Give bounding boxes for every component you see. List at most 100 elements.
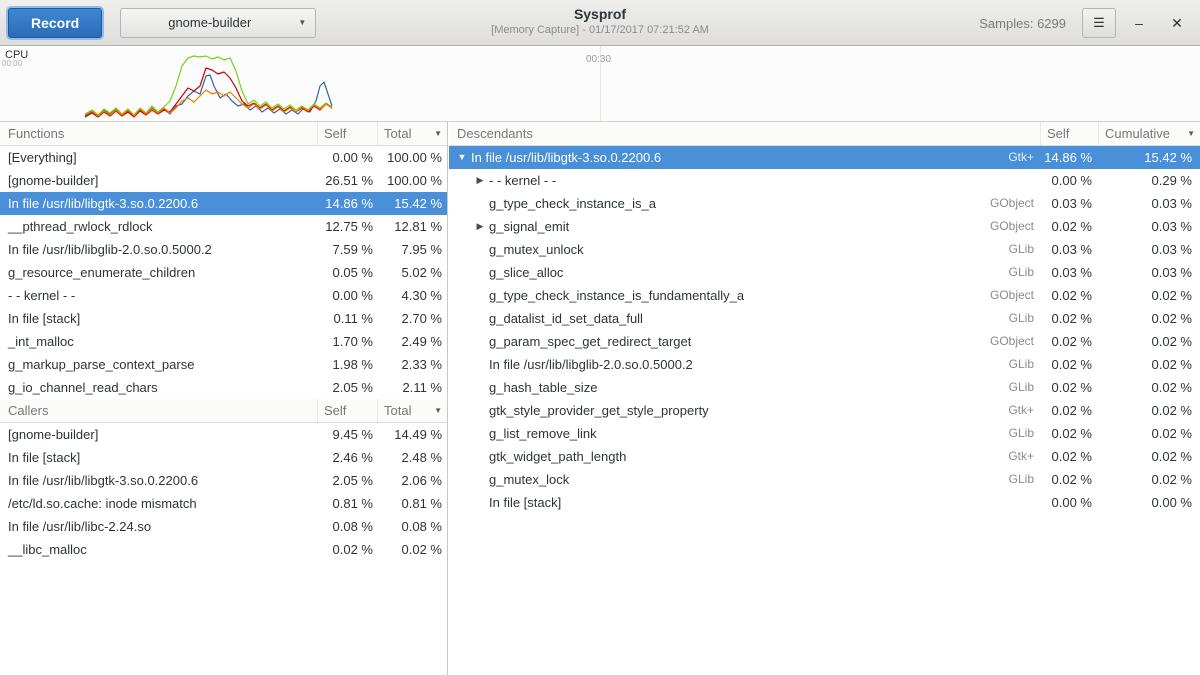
functions-row[interactable]: __pthread_rwlock_rdlock12.75 %12.81 %: [0, 215, 447, 238]
cpu-usage-graph[interactable]: CPU 00:00 00:30: [0, 46, 1200, 122]
functions-total-column-header[interactable]: Total ▼: [377, 122, 447, 145]
descendant-name-cell: In file /usr/lib/libglib-2.0.so.0.5000.2…: [449, 353, 1040, 376]
callers-table-header: Callers Self Total ▼: [0, 399, 447, 423]
function-name: g_slice_alloc: [489, 261, 563, 284]
record-button[interactable]: Record: [8, 8, 102, 38]
expander-icon[interactable]: ▶: [473, 215, 487, 238]
cumulative-percent: 0.02 %: [1098, 445, 1200, 468]
total-percent: 15.42 %: [377, 192, 447, 215]
descendants-row[interactable]: ▶g_signal_emitGObject0.02 %0.03 %: [449, 215, 1200, 238]
target-process-dropdown[interactable]: gnome-builder ▼: [120, 8, 316, 38]
descendants-row[interactable]: g_hash_table_sizeGLib0.02 %0.02 %: [449, 376, 1200, 399]
callers-row[interactable]: __libc_malloc0.02 %0.02 %: [0, 538, 447, 561]
self-percent: 0.02 %: [317, 538, 377, 561]
functions-row[interactable]: g_markup_parse_context_parse1.98 %2.33 %: [0, 353, 447, 376]
descendants-cumulative-column-header[interactable]: Cumulative ▼: [1098, 122, 1200, 145]
functions-row[interactable]: _int_malloc1.70 %2.49 %: [0, 330, 447, 353]
function-name: In file /usr/lib/libc-2.24.so: [0, 515, 317, 538]
function-name: gtk_style_provider_get_style_property: [489, 399, 709, 422]
minimize-button[interactable]: –: [1124, 8, 1154, 38]
self-percent: 0.02 %: [1040, 376, 1098, 399]
self-percent: 26.51 %: [317, 169, 377, 192]
self-percent: 0.00 %: [317, 146, 377, 169]
total-percent: 14.49 %: [377, 423, 447, 446]
library-badge: GLib: [1009, 307, 1040, 330]
total-percent: 2.48 %: [377, 446, 447, 469]
callers-row[interactable]: [gnome-builder]9.45 %14.49 %: [0, 423, 447, 446]
descendants-row[interactable]: g_mutex_lockGLib0.02 %0.02 %: [449, 468, 1200, 491]
functions-column-header[interactable]: Functions: [0, 122, 317, 145]
descendants-tree: ▼In file /usr/lib/libgtk-3.so.0.2200.6Gt…: [449, 146, 1200, 514]
capture-subtitle: [Memory Capture] - 01/17/2017 07:21:52 A…: [300, 24, 900, 36]
library-badge: Gtk+: [1008, 399, 1040, 422]
callers-total-column-header[interactable]: Total ▼: [377, 399, 447, 422]
window-title-block: Sysprof [Memory Capture] - 01/17/2017 07…: [300, 6, 900, 36]
samples-count: Samples: 6299: [979, 16, 1066, 31]
functions-row[interactable]: [Everything]0.00 %100.00 %: [0, 146, 447, 169]
library-badge: GObject: [990, 192, 1040, 215]
functions-row[interactable]: In file /usr/lib/libglib-2.0.so.0.5000.2…: [0, 238, 447, 261]
self-percent: 0.03 %: [1040, 192, 1098, 215]
total-percent: 0.02 %: [377, 538, 447, 561]
callers-row[interactable]: In file /usr/lib/libgtk-3.so.0.2200.62.0…: [0, 469, 447, 492]
functions-row[interactable]: - - kernel - -0.00 %4.30 %: [0, 284, 447, 307]
menu-button[interactable]: ☰: [1082, 8, 1116, 38]
function-name: __pthread_rwlock_rdlock: [0, 215, 317, 238]
self-percent: 12.75 %: [317, 215, 377, 238]
self-percent: 14.86 %: [317, 192, 377, 215]
total-percent: 100.00 %: [377, 146, 447, 169]
functions-row[interactable]: [gnome-builder]26.51 %100.00 %: [0, 169, 447, 192]
close-button[interactable]: ✕: [1162, 8, 1192, 38]
self-percent: 0.02 %: [1040, 307, 1098, 330]
functions-row[interactable]: g_io_channel_read_chars2.05 %2.11 %: [0, 376, 447, 399]
cumulative-percent: 0.02 %: [1098, 284, 1200, 307]
total-percent: 0.08 %: [377, 515, 447, 538]
callers-row[interactable]: /etc/ld.so.cache: inode mismatch0.81 %0.…: [0, 492, 447, 515]
callers-column-header[interactable]: Callers: [0, 399, 317, 422]
descendants-row[interactable]: g_slice_allocGLib0.03 %0.03 %: [449, 261, 1200, 284]
function-name: In file /usr/lib/libgtk-3.so.0.2200.6: [0, 469, 317, 492]
descendants-row[interactable]: gtk_widget_path_lengthGtk+0.02 %0.02 %: [449, 445, 1200, 468]
descendant-name-cell: In file [stack]: [449, 491, 1040, 514]
function-name: __libc_malloc: [0, 538, 317, 561]
descendants-row[interactable]: In file /usr/lib/libglib-2.0.so.0.5000.2…: [449, 353, 1200, 376]
descendants-row[interactable]: g_datalist_id_set_data_fullGLib0.02 %0.0…: [449, 307, 1200, 330]
descendants-row[interactable]: In file [stack]0.00 %0.00 %: [449, 491, 1200, 514]
function-name: g_param_spec_get_redirect_target: [489, 330, 691, 353]
self-percent: 14.86 %: [1040, 146, 1098, 169]
function-name: [Everything]: [0, 146, 317, 169]
self-percent: 7.59 %: [317, 238, 377, 261]
descendants-row[interactable]: gtk_style_provider_get_style_property Gtk…: [449, 399, 1200, 422]
descendants-row[interactable]: g_type_check_instance_is_aGObject0.03 %0…: [449, 192, 1200, 215]
functions-row[interactable]: g_resource_enumerate_children0.05 %5.02 …: [0, 261, 447, 284]
self-percent: 0.05 %: [317, 261, 377, 284]
functions-self-column-header[interactable]: Self: [317, 122, 377, 145]
cumulative-percent: 0.02 %: [1098, 307, 1200, 330]
self-percent: 0.03 %: [1040, 261, 1098, 284]
descendants-row[interactable]: ▼In file /usr/lib/libgtk-3.so.0.2200.6Gt…: [449, 146, 1200, 169]
library-badge: Gtk+: [1008, 445, 1040, 468]
descendants-row[interactable]: g_mutex_unlockGLib0.03 %0.03 %: [449, 238, 1200, 261]
callers-self-column-header[interactable]: Self: [317, 399, 377, 422]
sort-arrow-icon: ▼: [1187, 122, 1195, 145]
time-tick-start: 00:00: [2, 59, 22, 68]
descendants-column-header[interactable]: Descendants: [449, 122, 1040, 145]
descendants-row[interactable]: g_type_check_instance_is_fundamentally_a…: [449, 284, 1200, 307]
descendants-row[interactable]: ▶- - kernel - -0.00 %0.29 %: [449, 169, 1200, 192]
descendants-row[interactable]: g_list_remove_linkGLib0.02 %0.02 %: [449, 422, 1200, 445]
target-process-label: gnome-builder: [121, 15, 298, 30]
callers-row[interactable]: In file /usr/lib/libc-2.24.so0.08 %0.08 …: [0, 515, 447, 538]
functions-row[interactable]: In file /usr/lib/libgtk-3.so.0.2200.614.…: [0, 192, 447, 215]
descendants-row[interactable]: g_param_spec_get_redirect_targetGObject0…: [449, 330, 1200, 353]
descendants-self-column-header[interactable]: Self: [1040, 122, 1098, 145]
expander-icon[interactable]: ▼: [455, 146, 469, 169]
function-name: In file [stack]: [489, 491, 561, 514]
functions-row[interactable]: In file [stack]0.11 %2.70 %: [0, 307, 447, 330]
expander-icon[interactable]: ▶: [473, 169, 487, 192]
callers-row[interactable]: In file [stack]2.46 %2.48 %: [0, 446, 447, 469]
self-percent: 0.00 %: [1040, 491, 1098, 514]
hamburger-icon: ☰: [1093, 15, 1105, 31]
sort-arrow-icon: ▼: [434, 122, 442, 145]
left-panel: Functions Self Total ▼ [Everything]0.00 …: [0, 122, 448, 675]
library-badge: GLib: [1009, 376, 1040, 399]
